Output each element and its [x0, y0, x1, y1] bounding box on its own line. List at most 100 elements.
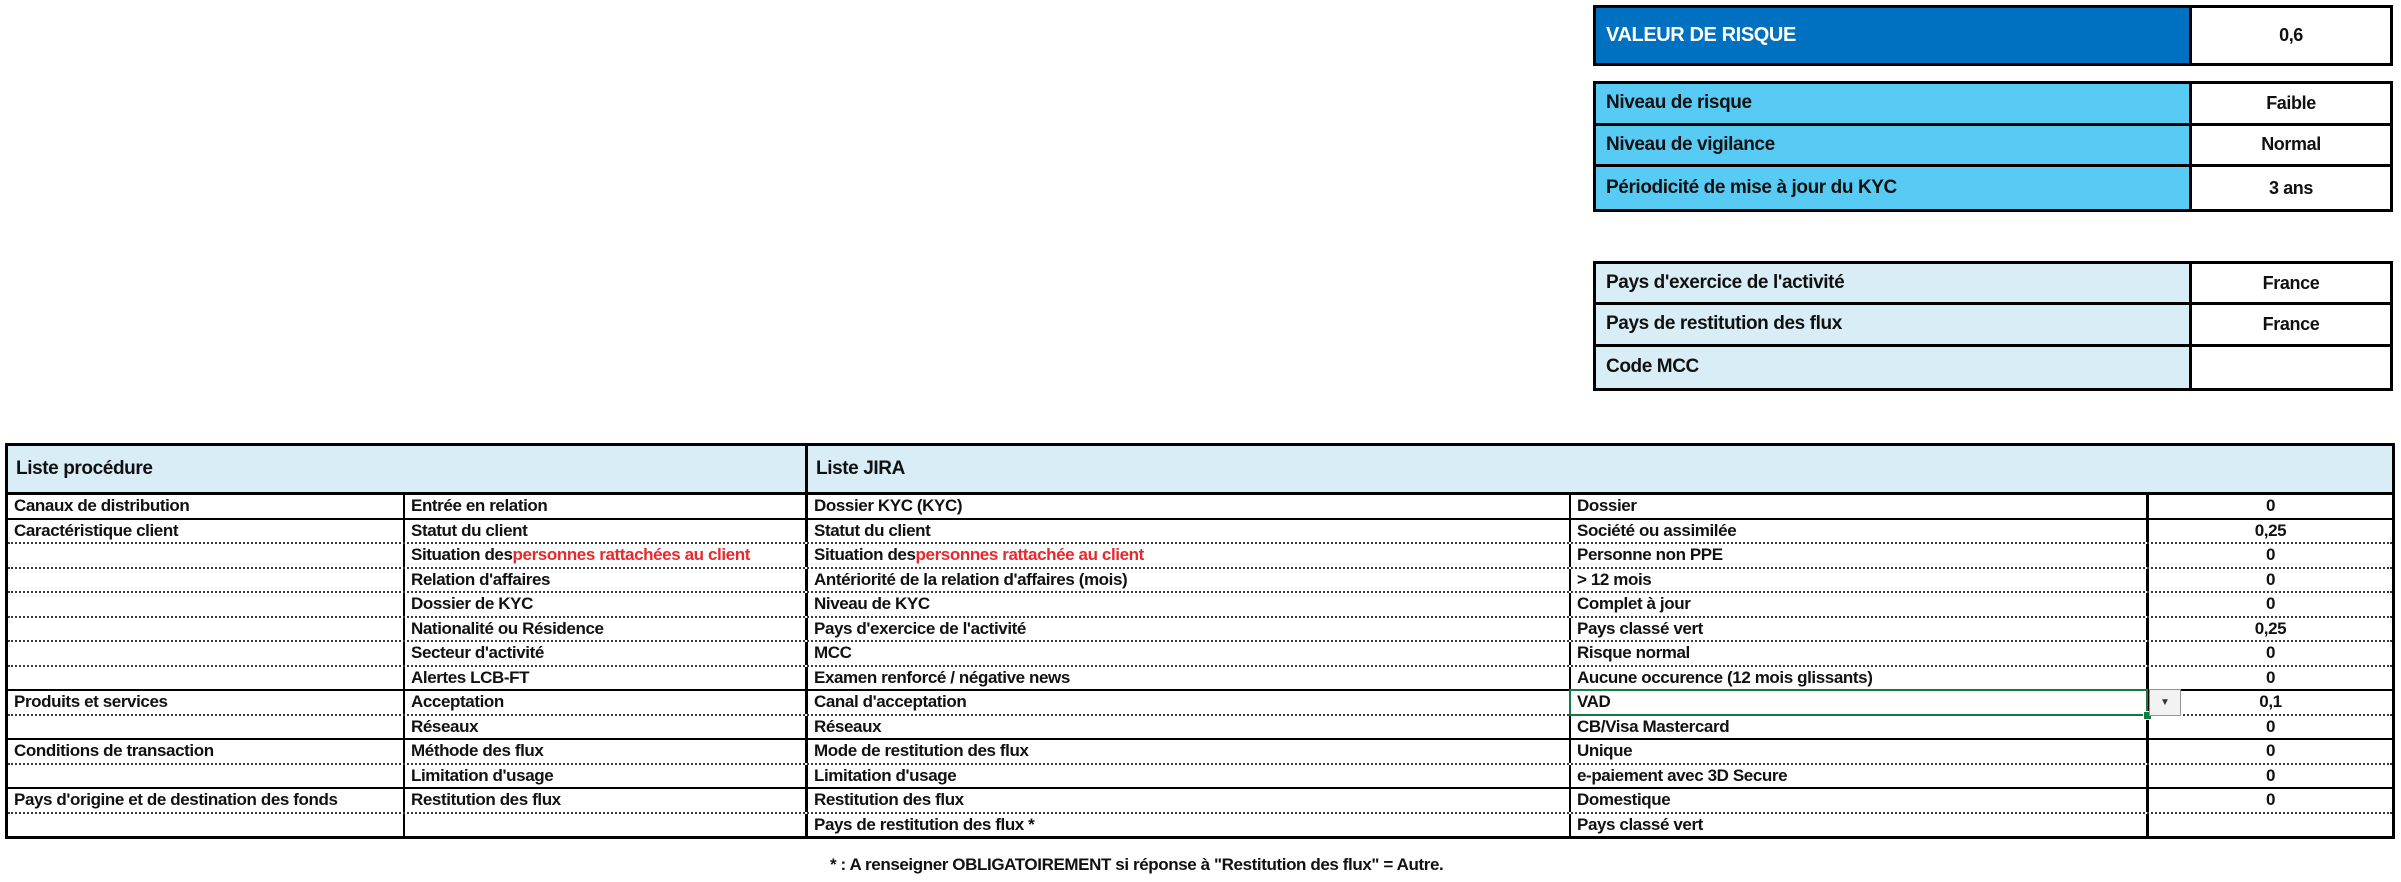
selected-answer-cell[interactable]: VAD▼ — [1571, 691, 2149, 714]
answer-cell[interactable]: CB/Visa Mastercard — [1571, 716, 2149, 739]
score-cell[interactable]: 0,25 — [2149, 618, 2392, 641]
activity-country-value-cell[interactable]: France — [2192, 264, 2390, 305]
category-cell[interactable] — [8, 667, 405, 690]
category-cell[interactable]: Conditions de transaction — [8, 740, 405, 763]
procedure-cell[interactable]: Dossier de KYC — [405, 593, 808, 616]
restitution-country-value-cell[interactable]: France — [2192, 305, 2390, 346]
jira-cell[interactable]: Situation des personnes rattachée au cli… — [808, 544, 1571, 567]
procedure-cell[interactable]: Réseaux — [405, 716, 808, 739]
jira-cell[interactable]: Niveau de KYC — [808, 593, 1571, 616]
answer-cell[interactable]: Pays classé vert — [1571, 618, 2149, 641]
jira-cell-text: Pays de restitution des flux * — [814, 815, 1034, 835]
jira-cell[interactable]: Statut du client — [808, 520, 1571, 543]
procedure-cell[interactable]: Statut du client — [405, 520, 808, 543]
answer-cell[interactable]: e-paiement avec 3D Secure — [1571, 765, 2149, 788]
score-cell[interactable]: 0 — [2149, 544, 2392, 567]
procedure-cell[interactable]: Entrée en relation — [405, 495, 808, 518]
procedure-cell[interactable] — [405, 814, 808, 837]
score-cell[interactable]: 0 — [2149, 569, 2392, 592]
score-cell[interactable]: 0,25 — [2149, 520, 2392, 543]
table-row: Canaux de distributionEntrée en relation… — [8, 495, 2392, 520]
vigilance-level-value-cell[interactable]: Normal — [2192, 126, 2390, 168]
answer-cell[interactable]: Unique — [1571, 740, 2149, 763]
answer-cell[interactable]: Pays classé vert — [1571, 814, 2149, 837]
answer-cell[interactable]: Risque normal — [1571, 642, 2149, 665]
jira-cell-text: Examen renforcé / négative news — [814, 668, 1070, 688]
answer-cell[interactable]: > 12 mois — [1571, 569, 2149, 592]
category-cell[interactable]: Produits et services — [8, 691, 405, 714]
risk-value-cell[interactable]: 0,6 — [2192, 8, 2390, 63]
score-cell[interactable]: 0 — [2149, 642, 2392, 665]
kyc-periodicity-label-cell[interactable]: Périodicité de mise à jour du KYC — [1596, 167, 2192, 209]
jira-cell[interactable]: Antériorité de la relation d'affaires (m… — [808, 569, 1571, 592]
header-liste-jira[interactable]: Liste JIRA — [808, 446, 2392, 492]
category-cell[interactable]: Pays d'origine et de destination des fon… — [8, 789, 405, 812]
category-cell[interactable] — [8, 618, 405, 641]
procedure-cell[interactable]: Secteur d'activité — [405, 642, 808, 665]
jira-cell-text: Réseaux — [814, 717, 881, 737]
answer-cell[interactable]: Aucune occurence (12 mois glissants) — [1571, 667, 2149, 690]
category-cell[interactable]: Canaux de distribution — [8, 495, 405, 518]
procedure-cell[interactable]: Nationalité ou Résidence — [405, 618, 808, 641]
jira-cell[interactable]: Limitation d'usage — [808, 765, 1571, 788]
score-cell[interactable]: 0 — [2149, 667, 2392, 690]
mcc-code-label-cell[interactable]: Code MCC — [1596, 347, 2192, 388]
jira-cell[interactable]: Examen renforcé / négative news — [808, 667, 1571, 690]
restitution-country-label-cell[interactable]: Pays de restitution des flux — [1596, 305, 2192, 346]
jira-cell[interactable]: MCC — [808, 642, 1571, 665]
score-cell[interactable]: 0 — [2149, 765, 2392, 788]
procedure-cell-text: Restitution des flux — [411, 790, 561, 810]
activity-country-label-cell[interactable]: Pays d'exercice de l'activité — [1596, 264, 2192, 305]
score-cell[interactable] — [2149, 814, 2392, 837]
category-cell[interactable]: Caractéristique client — [8, 520, 405, 543]
category-cell[interactable] — [8, 814, 405, 837]
jira-cell[interactable]: Dossier KYC (KYC) — [808, 495, 1571, 518]
red-text: personnes rattachée au client — [916, 545, 1144, 565]
answer-cell[interactable]: Domestique — [1571, 789, 2149, 812]
category-cell[interactable] — [8, 765, 405, 788]
category-cell[interactable] — [8, 642, 405, 665]
jira-cell[interactable]: Réseaux — [808, 716, 1571, 739]
procedure-cell[interactable]: Acceptation — [405, 691, 808, 714]
category-cell[interactable] — [8, 593, 405, 616]
score-cell[interactable]: 0 — [2149, 495, 2392, 518]
jira-cell-text: Mode de restitution des flux — [814, 741, 1029, 761]
procedure-cell[interactable]: Alertes LCB-FT — [405, 667, 808, 690]
answer-cell[interactable]: Dossier — [1571, 495, 2149, 518]
score-cell[interactable]: 0 — [2149, 716, 2392, 739]
score-cell[interactable]: 0 — [2149, 789, 2392, 812]
answer-text: Domestique — [1577, 790, 1670, 810]
procedure-cell[interactable]: Situation des personnes rattachées au cl… — [405, 544, 808, 567]
answer-text: e-paiement avec 3D Secure — [1577, 766, 1787, 786]
jira-cell[interactable]: Pays de restitution des flux * — [808, 814, 1571, 837]
risk-level-label-cell[interactable]: Niveau de risque — [1596, 84, 2192, 126]
jira-cell[interactable]: Canal d'acceptation — [808, 691, 1571, 714]
procedure-cell[interactable]: Méthode des flux — [405, 740, 808, 763]
procedure-cell[interactable]: Restitution des flux — [405, 789, 808, 812]
answer-cell[interactable]: Personne non PPE — [1571, 544, 2149, 567]
risk-levels-panel: Niveau de risque Faible Niveau de vigila… — [1593, 81, 2393, 212]
category-cell[interactable] — [8, 716, 405, 739]
header-liste-procedure[interactable]: Liste procédure — [8, 446, 808, 492]
score-cell[interactable]: 0 — [2149, 593, 2392, 616]
jira-cell[interactable]: Mode de restitution des flux — [808, 740, 1571, 763]
kyc-periodicity-value-cell[interactable]: 3 ans — [2192, 167, 2390, 209]
procedure-cell[interactable]: Relation d'affaires — [405, 569, 808, 592]
vigilance-level-label-cell[interactable]: Niveau de vigilance — [1596, 126, 2192, 168]
score-cell[interactable]: 0,1 — [2149, 691, 2392, 714]
mcc-code-value-cell[interactable] — [2192, 347, 2390, 388]
jira-cell[interactable]: Pays d'exercice de l'activité — [808, 618, 1571, 641]
procedure-cell[interactable]: Limitation d'usage — [405, 765, 808, 788]
answer-text: Aucune occurence (12 mois glissants) — [1577, 668, 1872, 688]
answer-cell[interactable]: Société ou assimilée — [1571, 520, 2149, 543]
dropdown-button[interactable]: ▼ — [2149, 689, 2181, 716]
procedure-cell-text: Réseaux — [411, 717, 478, 737]
risk-level-value-cell[interactable]: Faible — [2192, 84, 2390, 126]
risk-value-label-cell[interactable]: VALEUR DE RISQUE — [1596, 8, 2192, 63]
answer-cell[interactable]: Complet à jour — [1571, 593, 2149, 616]
procedure-cell-text: Relation d'affaires — [411, 570, 550, 590]
category-cell[interactable] — [8, 569, 405, 592]
jira-cell[interactable]: Restitution des flux — [808, 789, 1571, 812]
category-cell[interactable] — [8, 544, 405, 567]
score-cell[interactable]: 0 — [2149, 740, 2392, 763]
